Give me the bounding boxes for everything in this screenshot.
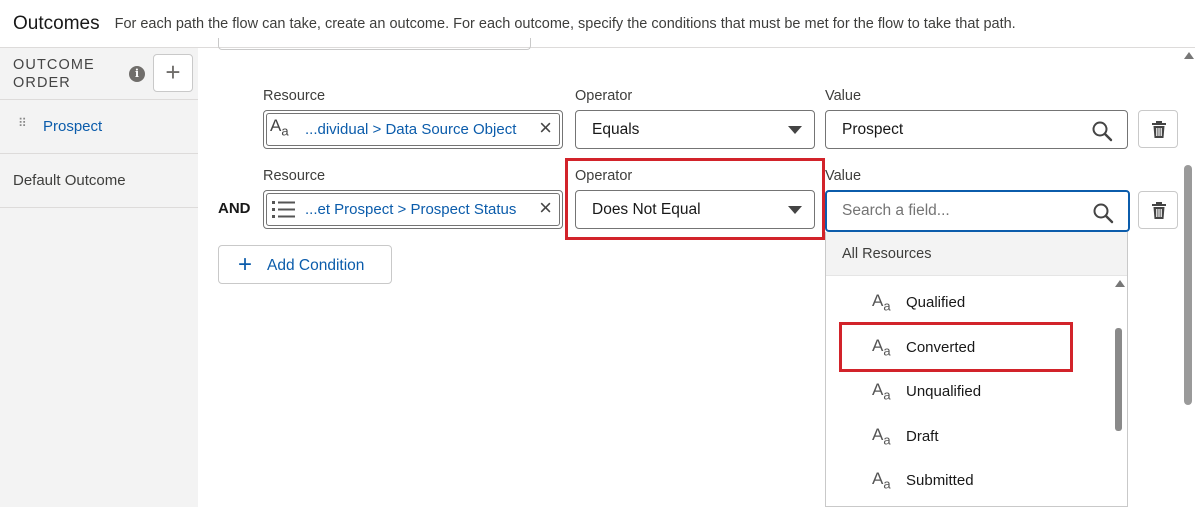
add-condition-button[interactable]: + Add Condition [218, 245, 392, 284]
converted-highlight-box [839, 322, 1073, 372]
text-icon: Aa [872, 380, 891, 403]
outcome-label-input[interactable] [218, 38, 531, 50]
resource-label: Resource [263, 168, 326, 184]
dropdown-item-draft[interactable]: Aa Draft [826, 413, 1116, 457]
search-icon [1093, 203, 1114, 224]
value-input[interactable]: Prospect [825, 110, 1128, 149]
text-icon: Aa [872, 469, 891, 492]
resource-value: ...dividual > Data Source Object [305, 121, 517, 138]
sidebar-item-label: Default Outcome [13, 172, 126, 189]
resource-field[interactable]: Aa ...dividual > Data Source Object × [263, 110, 563, 149]
value-label: Value [825, 168, 862, 184]
dropdown-item-qualified[interactable]: Aa Qualified [826, 279, 1116, 323]
sidebar-item-default-outcome[interactable]: Default Outcome [0, 154, 198, 208]
scroll-up-icon[interactable] [1184, 52, 1194, 59]
plus-icon: + [238, 251, 253, 278]
operator-label: Operator [575, 88, 633, 104]
operator-select[interactable]: Equals [575, 110, 815, 149]
value-text: Prospect [842, 121, 904, 138]
clear-icon[interactable]: × [539, 195, 552, 221]
text-icon: Aa [270, 116, 289, 139]
chevron-down-icon [788, 126, 802, 134]
dropdown-item-unqualified[interactable]: Aa Unqualified [826, 368, 1116, 412]
delete-condition-button[interactable] [1138, 110, 1178, 148]
add-condition-label: Add Condition [267, 257, 365, 274]
delete-condition-button[interactable] [1138, 191, 1178, 229]
text-icon: Aa [872, 425, 891, 448]
text-icon: Aa [872, 291, 891, 314]
and-connector: AND [218, 200, 251, 217]
outcome-order-label: OUTCOME ORDER [13, 57, 95, 91]
value-search-input[interactable]: Search a field... [825, 190, 1130, 232]
page-title: Outcomes [13, 12, 100, 34]
picklist-icon [272, 201, 295, 218]
operator-highlight-box [565, 158, 825, 240]
clear-icon[interactable]: × [539, 115, 552, 141]
sidebar-item-label: Prospect [43, 118, 103, 135]
outcome-order-sidebar: OUTCOME ORDER i + ⠿ Prospect Default Out… [0, 48, 198, 507]
scroll-up-icon[interactable] [1115, 280, 1125, 287]
drag-handle-icon[interactable]: ⠿ [18, 117, 28, 129]
search-icon [1092, 121, 1113, 142]
operator-value: Equals [592, 121, 640, 138]
outcome-order-header: OUTCOME ORDER i + [0, 48, 198, 100]
resource-value: ...et Prospect > Prospect Status [305, 201, 517, 218]
resource-field[interactable]: ...et Prospect > Prospect Status × [263, 190, 563, 229]
dropdown-scrollbar[interactable] [1115, 328, 1122, 431]
page-description: For each path the flow can take, create … [114, 15, 1016, 32]
value-label: Value [825, 88, 862, 104]
info-icon[interactable]: i [129, 66, 145, 82]
value-placeholder: Search a field... [842, 202, 950, 219]
dropdown-header: All Resources [826, 232, 1127, 276]
page-scrollbar[interactable] [1184, 165, 1192, 405]
add-outcome-button[interactable]: + [153, 54, 193, 92]
dropdown-item-submitted[interactable]: Aa Submitted [826, 457, 1116, 501]
trash-icon [1152, 121, 1166, 138]
sidebar-item-prospect[interactable]: ⠿ Prospect [0, 100, 198, 154]
resource-label: Resource [263, 88, 326, 104]
trash-icon [1152, 202, 1166, 219]
outcomes-header: Outcomes For each path the flow can take… [0, 0, 1195, 48]
